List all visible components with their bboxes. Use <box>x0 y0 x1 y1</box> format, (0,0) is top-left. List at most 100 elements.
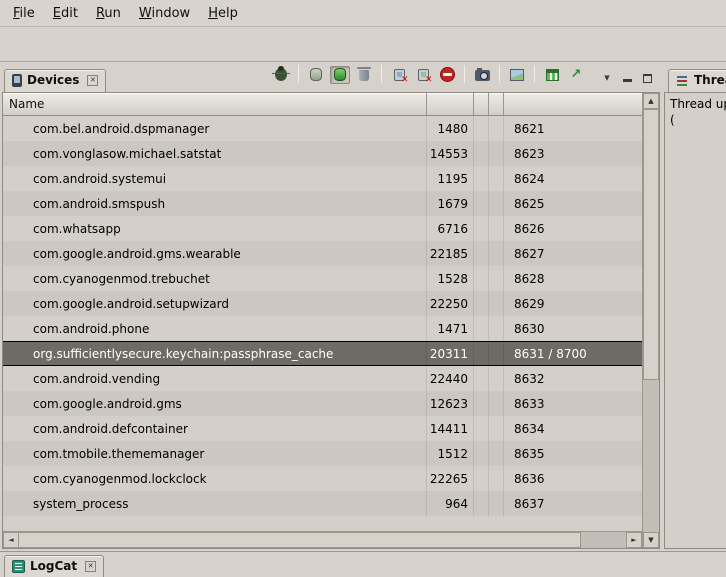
table-row[interactable]: com.cyanogenmod.trebuchet15288628 <box>3 266 642 291</box>
maximize-icon <box>643 74 652 83</box>
devices-view: Devices ✕ ↗ ▼ Name com.bel.android.dspma… <box>0 62 662 551</box>
minimize-button[interactable] <box>620 71 634 85</box>
table-row[interactable]: com.android.smspush16798625 <box>3 191 642 216</box>
toolbar-separator <box>464 65 465 83</box>
menu-bar: FileEditRunWindowHelp <box>0 0 726 27</box>
process-table: Name com.bel.android.dspmanager14808621c… <box>2 92 660 549</box>
threads-icon <box>676 74 689 87</box>
vertical-scrollbar-thumb[interactable] <box>643 109 659 380</box>
process-port: 8632 <box>504 366 642 391</box>
horizontal-scrollbar[interactable]: ◄ ► <box>3 531 642 548</box>
column-header-name[interactable]: Name <box>3 93 427 115</box>
devices-toolbar: ↗ <box>271 65 588 92</box>
screen-capture-button[interactable] <box>472 66 492 84</box>
process-name: com.cyanogenmod.lockclock <box>3 466 427 491</box>
process-port: 8625 <box>504 191 642 216</box>
table-row[interactable]: com.bel.android.dspmanager14808621 <box>3 116 642 141</box>
table-row[interactable]: com.android.vending224408632 <box>3 366 642 391</box>
table-row[interactable]: com.whatsapp67168626 <box>3 216 642 241</box>
view-hierarchy-button[interactable] <box>507 66 527 84</box>
cell-empty <box>489 241 504 266</box>
process-name: org.sufficientlysecure.keychain:passphra… <box>3 342 427 365</box>
menu-file[interactable]: File <box>4 2 44 25</box>
cause-gc-button[interactable] <box>354 66 374 84</box>
menu-help[interactable]: Help <box>199 2 247 25</box>
thread-columns-button[interactable] <box>542 66 562 84</box>
process-port: 8630 <box>504 316 642 341</box>
table-row[interactable]: com.tmobile.thememanager15128635 <box>3 441 642 466</box>
stop-tracking-button[interactable] <box>413 66 433 84</box>
process-table-body: com.bel.android.dspmanager14808621com.vo… <box>3 116 642 531</box>
process-pid: 1528 <box>427 266 474 291</box>
cell-empty <box>474 316 489 341</box>
update-heap-button[interactable] <box>306 66 326 84</box>
close-icon[interactable]: ✕ <box>87 75 98 86</box>
scroll-right-button[interactable]: ► <box>626 532 642 548</box>
stop-process-icon <box>440 67 455 82</box>
view-menu-button[interactable]: ▼ <box>600 71 614 85</box>
process-table-column: Name com.bel.android.dspmanager14808621c… <box>3 93 642 548</box>
column-header-pid[interactable] <box>427 93 474 115</box>
table-row[interactable]: org.sufficientlysecure.keychain:passphra… <box>3 341 642 366</box>
table-row[interactable]: system_process9648637 <box>3 491 642 516</box>
table-row[interactable]: com.google.android.setupwizard222508629 <box>3 291 642 316</box>
devices-tab-bar: Devices ✕ ↗ ▼ <box>0 62 662 92</box>
scroll-down-button[interactable]: ▼ <box>643 532 659 548</box>
process-pid: 6716 <box>427 216 474 241</box>
column-header-c1[interactable] <box>474 93 489 115</box>
process-name: com.vonglasow.michael.satstat <box>3 141 427 166</box>
tab-logcat[interactable]: LogCat ✕ <box>4 555 104 577</box>
close-icon[interactable]: ✕ <box>85 561 96 572</box>
process-pid: 22440 <box>427 366 474 391</box>
horizontal-scrollbar-thumb[interactable] <box>19 532 581 548</box>
process-port: 8621 <box>504 116 642 141</box>
table-row[interactable]: com.android.defcontainer144118634 <box>3 416 642 441</box>
threads-content: Thread up ( <box>664 92 726 549</box>
table-row[interactable]: com.vonglasow.michael.satstat145538623 <box>3 141 642 166</box>
cell-empty <box>489 191 504 216</box>
threads-message-line1: Thread up <box>670 96 724 112</box>
tab-devices[interactable]: Devices ✕ <box>4 69 106 92</box>
table-row[interactable]: com.google.android.gms.wearable221858627 <box>3 241 642 266</box>
table-row[interactable]: com.google.android.gms126238633 <box>3 391 642 416</box>
process-pid: 964 <box>427 491 474 516</box>
process-port: 8629 <box>504 291 642 316</box>
process-name: com.google.android.gms.wearable <box>3 241 427 266</box>
cell-empty <box>489 141 504 166</box>
process-pid: 1195 <box>427 166 474 191</box>
scroll-up-button[interactable]: ▲ <box>643 93 659 109</box>
table-row[interactable]: com.cyanogenmod.lockclock222658636 <box>3 466 642 491</box>
update-threads-button[interactable] <box>389 66 409 84</box>
maximize-button[interactable] <box>640 71 654 85</box>
horizontal-scrollbar-track[interactable] <box>581 532 626 548</box>
menu-window[interactable]: Window <box>130 2 199 25</box>
scroll-right-icon: ► <box>631 536 636 544</box>
column-header-port[interactable] <box>504 93 642 115</box>
process-pid: 20311 <box>427 342 474 365</box>
vertical-scrollbar-track[interactable] <box>643 109 659 532</box>
heap-updates-button[interactable] <box>330 66 350 84</box>
process-port: 8627 <box>504 241 642 266</box>
table-row[interactable]: com.android.phone14718630 <box>3 316 642 341</box>
scroll-left-button[interactable]: ◄ <box>3 532 19 548</box>
stop-process-button[interactable] <box>437 66 457 84</box>
menu-edit[interactable]: Edit <box>44 2 87 25</box>
method-profiling-button[interactable]: ↗ <box>566 66 586 84</box>
cell-empty <box>489 166 504 191</box>
cell-empty <box>489 416 504 441</box>
cell-empty <box>474 441 489 466</box>
process-pid: 1471 <box>427 316 474 341</box>
cell-empty <box>474 166 489 191</box>
column-header-c2[interactable] <box>489 93 504 115</box>
menu-run[interactable]: Run <box>87 2 130 25</box>
process-name: com.cyanogenmod.trebuchet <box>3 266 427 291</box>
vertical-scrollbar[interactable]: ▲ ▼ <box>642 93 659 548</box>
cell-empty <box>489 391 504 416</box>
cell-empty <box>489 366 504 391</box>
tab-threads[interactable]: Threads ✕ <box>668 69 726 92</box>
debug-button[interactable] <box>271 66 291 84</box>
main-area: Devices ✕ ↗ ▼ Name com.bel.android.dspma… <box>0 62 726 551</box>
logcat-icon <box>12 560 25 573</box>
cell-empty <box>474 291 489 316</box>
table-row[interactable]: com.android.systemui11958624 <box>3 166 642 191</box>
